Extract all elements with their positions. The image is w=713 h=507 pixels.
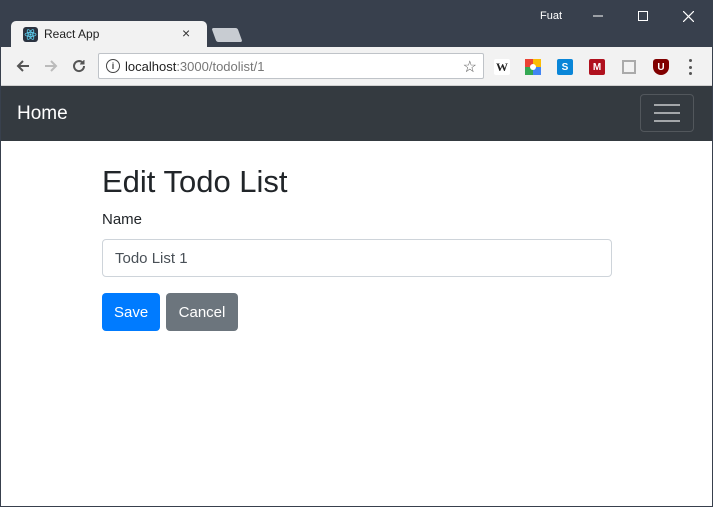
forward-button[interactable]	[41, 56, 61, 76]
minimize-icon	[593, 15, 603, 17]
profile-name[interactable]: Fuat	[540, 10, 562, 22]
url-text[interactable]: localhost:3000/todolist/1	[125, 59, 265, 74]
skype-extension-icon[interactable]: S	[557, 59, 573, 75]
maximize-icon	[638, 11, 648, 21]
new-tab-button[interactable]	[211, 28, 243, 42]
cancel-button[interactable]: Cancel	[166, 293, 238, 331]
navbar-brand-home[interactable]: Home	[17, 103, 68, 125]
name-label: Name	[102, 211, 143, 228]
browser-menu-icon[interactable]	[685, 59, 695, 75]
hamburger-icon-bar	[654, 104, 680, 106]
maximize-button[interactable]	[623, 4, 663, 28]
title-bar: Fuat React App ×	[1, 1, 712, 47]
react-logo-icon	[23, 27, 38, 42]
reload-button[interactable]	[69, 56, 89, 76]
mendeley-extension-icon[interactable]: M	[589, 59, 605, 75]
minimize-button[interactable]	[578, 4, 618, 28]
back-arrow-icon	[16, 60, 29, 72]
back-button[interactable]	[13, 56, 33, 76]
page-title: Edit Todo List	[102, 164, 288, 199]
close-icon	[682, 10, 694, 22]
site-info-icon[interactable]: i	[106, 59, 120, 73]
browser-window: Fuat React App × i localhost:3000/todoli…	[0, 0, 713, 507]
app-navbar: Home	[1, 86, 712, 141]
save-page-extension-icon[interactable]	[621, 59, 637, 75]
url-path: :3000/todolist/1	[176, 59, 265, 74]
forward-arrow-icon	[45, 60, 58, 72]
google-extension-icon[interactable]	[525, 59, 541, 75]
browser-tab[interactable]: React App ×	[11, 21, 207, 47]
browser-toolbar: i localhost:3000/todolist/1 ☆ W S M U	[1, 47, 712, 86]
name-input[interactable]	[102, 239, 612, 277]
wikipedia-extension-icon[interactable]: W	[494, 59, 510, 75]
close-window-button[interactable]	[668, 4, 708, 28]
hamburger-icon-bar	[654, 120, 680, 122]
tab-title: React App	[44, 27, 100, 41]
address-bar[interactable]: i localhost:3000/todolist/1 ☆	[98, 53, 484, 79]
save-button[interactable]: Save	[102, 293, 160, 331]
ublock-extension-icon[interactable]: U	[653, 59, 669, 75]
url-host: localhost	[125, 59, 177, 74]
reload-icon	[73, 60, 86, 73]
tab-close-icon[interactable]: ×	[182, 25, 190, 41]
bookmark-star-icon[interactable]: ☆	[463, 57, 477, 77]
hamburger-icon-bar	[654, 112, 680, 114]
navbar-toggler-button[interactable]	[640, 94, 694, 132]
